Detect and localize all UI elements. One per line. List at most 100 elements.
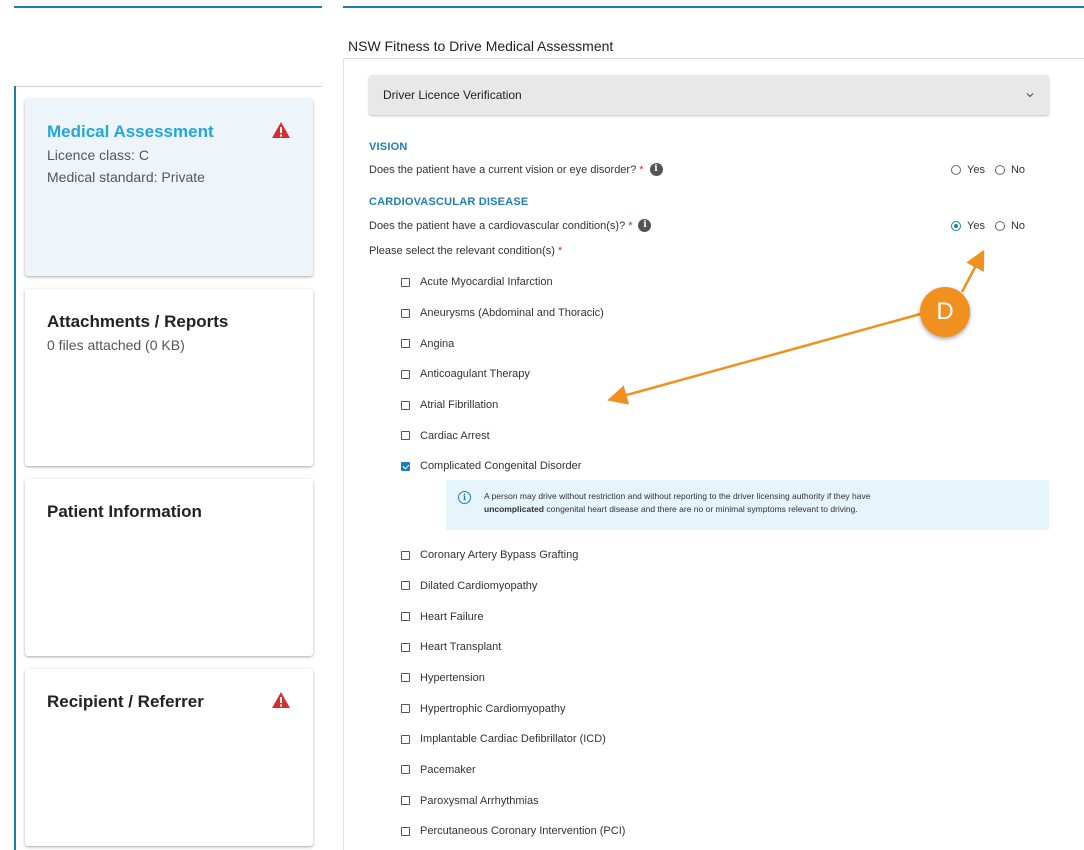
info-text-1: A person may drive without restriction a…	[484, 491, 871, 501]
condition-checkbox-item[interactable]: Heart Transplant	[401, 632, 1081, 663]
card-attachment-count: 0 files attached (0 KB)	[47, 337, 185, 353]
cardio-question: Does the patient have a cardiovascular c…	[369, 219, 652, 232]
checkbox[interactable]	[401, 796, 410, 806]
vision-radio-group: Yes No	[951, 164, 1035, 176]
condition-checkbox-item[interactable]: Anticoagulant Therapy	[401, 359, 1081, 390]
checkbox[interactable]	[401, 704, 410, 714]
cardio-yes-radio[interactable]: Yes	[951, 220, 985, 232]
radio-circle	[994, 221, 1005, 231]
checkbox[interactable]	[401, 673, 410, 683]
app-root: Medical Assessment Licence class: C Medi…	[0, 0, 1084, 850]
main-content: NSW Fitness to Drive Medical Assessment …	[343, 0, 1084, 850]
condition-label: Anticoagulant Therapy	[420, 368, 530, 381]
sidebar-card-recipient-referrer[interactable]: Recipient / Referrer	[25, 669, 313, 846]
congenital-info-box: i A person may drive without restriction…	[446, 480, 1049, 530]
condition-label: Hypertrophic Cardiomyopathy	[420, 702, 566, 715]
condition-label: Heart Failure	[420, 610, 484, 623]
checkbox[interactable]	[401, 642, 410, 652]
vision-no-radio[interactable]: No	[994, 164, 1025, 176]
driver-licence-verification-accordion[interactable]: Driver Licence Verification	[369, 75, 1049, 115]
warning-triangle-icon	[272, 692, 290, 708]
accordion-label: Driver Licence Verification	[383, 88, 522, 102]
sidebar-rail	[14, 86, 16, 850]
condition-group-before: Acute Myocardial Infarction Aneurysms (Ab…	[401, 267, 1081, 482]
condition-checkbox-item[interactable]: Complicated Congenital Disorder	[401, 451, 1081, 482]
radio-label: Yes	[967, 164, 985, 176]
checkbox[interactable]	[401, 277, 410, 287]
condition-checkbox-item[interactable]: Percutaneous Coronary Intervention (PCI)	[401, 816, 1081, 847]
condition-checkbox-item[interactable]: Dilated Cardiomyopathy	[401, 571, 1081, 602]
chevron-down-icon	[1026, 93, 1034, 98]
sidebar-card-medical-assessment[interactable]: Medical Assessment Licence class: C Medi…	[25, 99, 313, 276]
condition-checkbox-item[interactable]: Atrial Fibrillation	[401, 390, 1081, 421]
condition-label: Paroxysmal Arrhythmias	[420, 794, 539, 807]
form-title: NSW Fitness to Drive Medical Assessment	[348, 38, 614, 54]
checkbox[interactable]	[401, 826, 410, 836]
checkbox[interactable]	[401, 550, 410, 560]
sidebar-card-patient-information[interactable]: Patient Information	[25, 479, 313, 656]
info-icon[interactable]: i	[638, 219, 652, 232]
required-marker: *	[628, 219, 633, 232]
cardio-radio-group: Yes No	[951, 220, 1035, 232]
condition-label: Cardiac Arrest	[420, 429, 490, 442]
card-title: Recipient / Referrer	[47, 692, 204, 711]
checkbox[interactable]	[401, 765, 410, 775]
sidebar: Medical Assessment Licence class: C Medi…	[0, 0, 322, 850]
card-licence-class: Licence class: C	[47, 147, 149, 163]
radio-label: No	[1010, 220, 1026, 232]
condition-checkbox-item[interactable]: Aneurysms (Abdominal and Thoracic)	[401, 298, 1081, 329]
sidebar-card-attachments[interactable]: Attachments / Reports 0 files attached (…	[25, 289, 313, 466]
condition-checkbox-item[interactable]: Acute Myocardial Infarction	[401, 267, 1081, 298]
condition-label: Percutaneous Coronary Intervention (PCI)	[420, 825, 626, 838]
checkbox[interactable]	[401, 734, 410, 744]
cardio-question-text: Does the patient have a cardiovascular c…	[369, 219, 626, 232]
condition-checkbox-item[interactable]: Implantable Cardiac Defibrillator (ICD)	[401, 724, 1081, 755]
condition-checkbox-item[interactable]: Angina	[401, 328, 1081, 359]
card-title: Patient Information	[47, 502, 202, 521]
required-marker: *	[639, 163, 644, 176]
checkbox[interactable]	[401, 612, 410, 622]
info-icon[interactable]: i	[649, 163, 663, 176]
info-text-2: congenital heart disease and there are n…	[546, 504, 858, 514]
checkbox[interactable]	[401, 369, 410, 379]
radio-label: Yes	[967, 220, 985, 232]
condition-checkbox-item[interactable]: Hypertrophic Cardiomyopathy	[401, 693, 1081, 724]
select-prompt-text: Please select the relevant condition(s)	[369, 245, 555, 257]
condition-label: Angina	[420, 337, 455, 350]
condition-label: Hypertension	[420, 671, 485, 684]
condition-label: Implantable Cardiac Defibrillator (ICD)	[420, 733, 606, 746]
condition-list: Acute Myocardial Infarction Aneurysms (Ab…	[401, 267, 1081, 847]
radio-circle-selected	[951, 221, 961, 231]
info-text-bold: uncomplicated	[484, 504, 544, 514]
card-medical-standard: Medical standard: Private	[47, 169, 205, 185]
checkbox[interactable]	[401, 308, 410, 318]
condition-select-prompt: Please select the relevant condition(s) …	[369, 245, 562, 257]
required-marker: *	[557, 245, 563, 257]
vision-question-text: Does the patient have a current vision o…	[369, 163, 637, 176]
warning-triangle-icon	[272, 122, 290, 138]
condition-label: Coronary Artery Bypass Grafting	[420, 549, 579, 562]
radio-circle	[994, 165, 1005, 175]
condition-label: Acute Myocardial Infarction	[420, 276, 553, 289]
condition-checkbox-item[interactable]: Paroxysmal Arrhythmias	[401, 785, 1081, 816]
condition-checkbox-item[interactable]: Cardiac Arrest	[401, 420, 1081, 451]
checkbox[interactable]	[401, 431, 410, 441]
checkbox[interactable]	[401, 400, 410, 410]
checkbox[interactable]	[401, 581, 410, 591]
condition-checkbox-item[interactable]: Pacemaker	[401, 755, 1081, 786]
condition-label: Heart Transplant	[420, 641, 502, 654]
vision-yes-radio[interactable]: Yes	[951, 164, 985, 176]
condition-checkbox-item[interactable]: Hypertension	[401, 663, 1081, 694]
checkbox-checked[interactable]	[401, 461, 410, 471]
form-panel: Driver Licence Verification VISION Does …	[343, 59, 1084, 850]
info-icon: i	[458, 491, 471, 504]
condition-label: Dilated Cardiomyopathy	[420, 579, 538, 592]
condition-checkbox-item[interactable]: Coronary Artery Bypass Grafting	[401, 540, 1081, 571]
card-title: Medical Assessment	[47, 122, 214, 141]
vision-question: Does the patient have a current vision o…	[369, 163, 663, 176]
condition-group-after: Coronary Artery Bypass Grafting Dilated C…	[401, 540, 1081, 847]
card-title: Attachments / Reports	[47, 312, 229, 331]
checkbox[interactable]	[401, 339, 410, 349]
cardio-no-radio[interactable]: No	[994, 220, 1026, 232]
condition-checkbox-item[interactable]: Heart Failure	[401, 601, 1081, 632]
